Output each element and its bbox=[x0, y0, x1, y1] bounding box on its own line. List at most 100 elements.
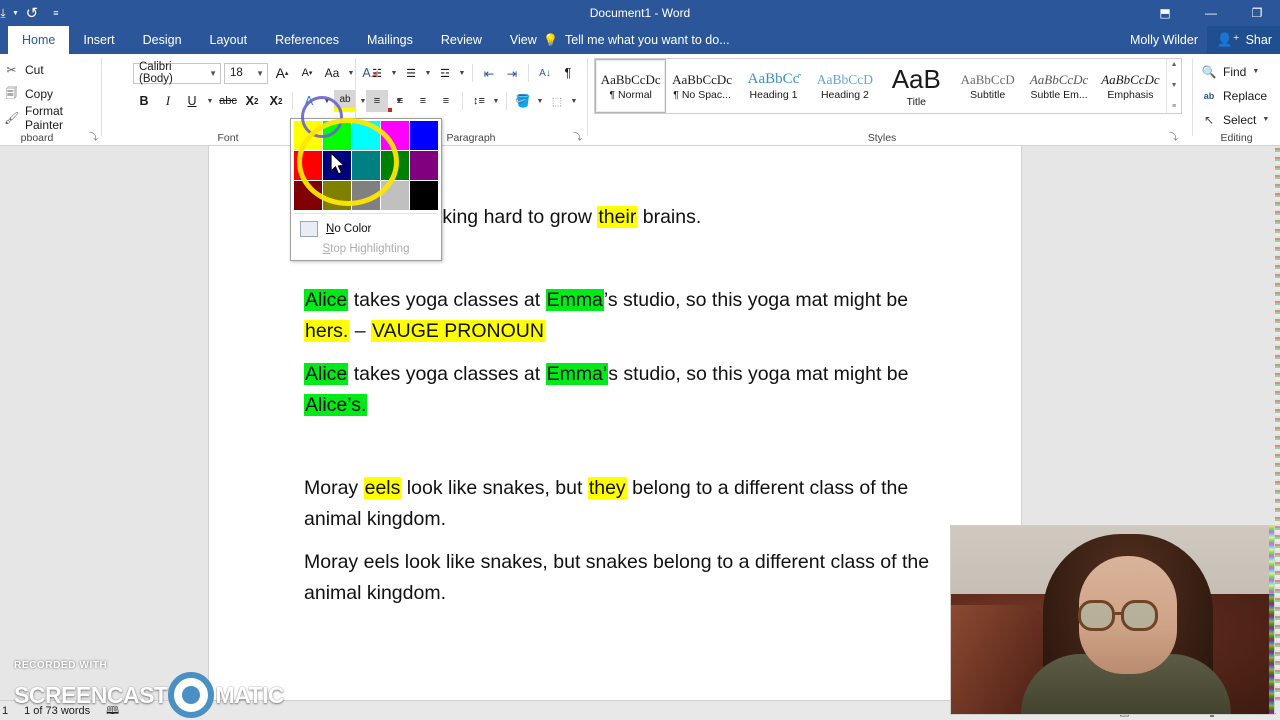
swatch-black[interactable] bbox=[410, 181, 438, 210]
align-left-button[interactable]: ≡ bbox=[366, 90, 388, 112]
highlight-color-dropdown-panel[interactable]: No Color Stop Highlighting bbox=[290, 118, 442, 261]
replace-button[interactable]: ab Replace bbox=[1201, 84, 1269, 107]
chevron-down-icon[interactable]: ▼ bbox=[491, 98, 501, 105]
change-case-button[interactable]: Aa bbox=[321, 62, 343, 84]
text-effects-button[interactable]: A bbox=[298, 90, 320, 112]
minimize-icon[interactable]: — bbox=[1198, 2, 1224, 24]
align-center-button[interactable]: ≡ bbox=[389, 90, 411, 112]
justify-button[interactable]: ≡ bbox=[435, 90, 457, 112]
chevron-down-icon[interactable]: ▼ bbox=[535, 98, 545, 105]
borders-button[interactable]: ⬚ bbox=[546, 90, 568, 112]
font-name-combobox[interactable]: Calibri (Body) ▼ bbox=[133, 61, 221, 85]
swatch-gray-50[interactable] bbox=[352, 181, 380, 210]
subscript-button[interactable]: X2 bbox=[241, 90, 263, 112]
superscript-button[interactable]: X2 bbox=[265, 90, 287, 112]
tab-design[interactable]: Design bbox=[129, 26, 196, 54]
cut-button[interactable]: ✂ Cut bbox=[4, 59, 102, 81]
style-heading-2[interactable]: AaBbCcD Heading 2 bbox=[809, 59, 880, 113]
bold-button[interactable]: B bbox=[133, 90, 155, 112]
styles-dialog-launcher-icon[interactable]: ⤵ bbox=[1169, 130, 1178, 143]
scroll-up-icon[interactable]: ▲ bbox=[1171, 61, 1178, 69]
chevron-down-icon[interactable]: ▼ bbox=[1262, 116, 1269, 123]
numbering-button[interactable]: ☰ bbox=[400, 62, 422, 84]
swatch-dark-blue[interactable] bbox=[323, 151, 351, 180]
swatch-pink[interactable] bbox=[381, 121, 409, 150]
swatch-green[interactable] bbox=[381, 151, 409, 180]
swatch-bright-green[interactable] bbox=[323, 121, 351, 150]
chevron-down-icon[interactable]: ▼ bbox=[322, 98, 332, 105]
swatch-dark-red[interactable] bbox=[294, 181, 322, 210]
paragraph-5[interactable]: Moray eels look like snakes, but snakes … bbox=[304, 547, 944, 609]
style-emphasis[interactable]: AaBbCcDc Emphasis bbox=[1095, 59, 1166, 113]
text-highlight-color-button[interactable]: ab bbox=[334, 90, 356, 112]
multilevel-list-button[interactable]: ☲ bbox=[434, 62, 456, 84]
chevron-down-icon[interactable]: ▼ bbox=[1252, 68, 1259, 75]
chevron-down-icon[interactable]: ▼ bbox=[389, 70, 399, 77]
style-normal[interactable]: AaBbCcDc ¶ Normal bbox=[595, 59, 667, 113]
font-size-combobox[interactable]: 18 ▼ bbox=[224, 62, 268, 84]
chevron-down-icon[interactable]: ▼ bbox=[250, 69, 264, 78]
swatch-turquoise[interactable] bbox=[352, 121, 380, 150]
paragraph-3[interactable]: Alice takes yoga classes at Emma’s studi… bbox=[304, 359, 944, 421]
line-spacing-button[interactable]: ↕≡ bbox=[468, 90, 490, 112]
swatch-yellow[interactable] bbox=[294, 121, 322, 150]
show-formatting-marks-button[interactable]: ¶ bbox=[557, 62, 579, 84]
decrease-indent-button[interactable]: ⇤ bbox=[478, 62, 500, 84]
swatch-teal[interactable] bbox=[352, 151, 380, 180]
page-number-status[interactable]: 1 bbox=[2, 705, 8, 717]
align-right-button[interactable]: ≡ bbox=[412, 90, 434, 112]
strikethrough-button[interactable]: abc bbox=[217, 90, 239, 112]
tab-review[interactable]: Review bbox=[427, 26, 496, 54]
chevron-down-icon[interactable]: ▼ bbox=[423, 70, 433, 77]
scroll-down-icon[interactable]: ▼ bbox=[1171, 82, 1178, 90]
select-button[interactable]: ↖ Select ▼ bbox=[1201, 108, 1269, 131]
style-subtitle[interactable]: AaBbCcD Subtitle bbox=[952, 59, 1023, 113]
share-button[interactable]: 👤⁺ Shar bbox=[1206, 26, 1280, 54]
account-name[interactable]: Molly Wilder bbox=[1130, 26, 1198, 54]
word-count-status[interactable]: 1 of 73 words bbox=[24, 705, 90, 717]
styles-gallery-scroll[interactable]: ▲ ▼ ≡ bbox=[1166, 59, 1181, 113]
more-styles-icon[interactable]: ≡ bbox=[1172, 103, 1176, 111]
chevron-down-icon[interactable]: ▼ bbox=[569, 98, 579, 105]
no-color-menu-item[interactable]: No Color bbox=[294, 218, 438, 240]
swatch-blue[interactable] bbox=[410, 121, 438, 150]
swatch-gray-25[interactable] bbox=[381, 181, 409, 210]
format-painter-button[interactable]: 🖌 Format Painter bbox=[4, 104, 102, 132]
tell-me-search[interactable]: 💡 Tell me what you want to do... bbox=[543, 26, 730, 54]
tab-layout[interactable]: Layout bbox=[196, 26, 262, 54]
paragraph-dialog-launcher-icon[interactable]: ⤵ bbox=[573, 130, 582, 143]
chevron-down-icon[interactable]: ▼ bbox=[203, 69, 217, 78]
shrink-font-button[interactable]: A ▾ bbox=[296, 62, 318, 84]
grow-font-button[interactable]: A ▴ bbox=[271, 62, 293, 84]
bullets-button[interactable]: ☷ bbox=[366, 62, 388, 84]
tab-mailings[interactable]: Mailings bbox=[353, 26, 427, 54]
ribbon-display-options-icon[interactable]: ⬒ bbox=[1152, 2, 1178, 24]
paragraph-2[interactable]: Alice takes yoga classes at Emma’s studi… bbox=[304, 285, 944, 347]
tab-home[interactable]: Home bbox=[8, 26, 70, 54]
spellcheck-icon[interactable]: 🕮 bbox=[106, 702, 119, 720]
chevron-down-icon[interactable]: ▼ bbox=[457, 70, 467, 77]
increase-indent-button[interactable]: ⇥ bbox=[501, 62, 523, 84]
paragraph-4[interactable]: Moray eels look like snakes, but they be… bbox=[304, 473, 944, 535]
style-no-spacing[interactable]: AaBbCcDc ¶ No Spac... bbox=[666, 59, 737, 113]
style-subtle-emphasis[interactable]: AaBbCcDc Subtle Em... bbox=[1023, 59, 1094, 113]
find-button[interactable]: 🔍 Find ▼ bbox=[1201, 60, 1269, 83]
shading-button[interactable]: 🪣 bbox=[512, 90, 534, 112]
italic-button[interactable]: I bbox=[157, 90, 179, 112]
chevron-down-icon[interactable]: ▼ bbox=[12, 10, 19, 17]
clipboard-dialog-launcher-icon[interactable]: ⤵ bbox=[89, 130, 98, 143]
style-title[interactable]: AaB Title bbox=[881, 59, 952, 113]
style-heading-1[interactable]: AaBbCƈ Heading 1 bbox=[738, 59, 809, 113]
document-body-text[interactable]: PP Indy are working hard to grow their b… bbox=[304, 202, 944, 621]
tab-insert[interactable]: Insert bbox=[69, 26, 128, 54]
underline-button[interactable]: U bbox=[181, 90, 203, 112]
swatch-red[interactable] bbox=[294, 151, 322, 180]
swatch-violet[interactable] bbox=[410, 151, 438, 180]
restore-icon[interactable]: ❐ bbox=[1244, 2, 1270, 24]
styles-gallery[interactable]: AaBbCcDc ¶ Normal AaBbCcDc ¶ No Spac... … bbox=[594, 58, 1182, 114]
copy-button[interactable]: 🗐 Copy bbox=[4, 83, 102, 105]
chevron-down-icon[interactable]: ▼ bbox=[205, 98, 215, 105]
stop-highlighting-menu-item[interactable]: Stop Highlighting bbox=[294, 243, 438, 255]
undo-icon[interactable]: ↺ bbox=[21, 3, 43, 23]
sort-button[interactable]: A↓ bbox=[534, 62, 556, 84]
